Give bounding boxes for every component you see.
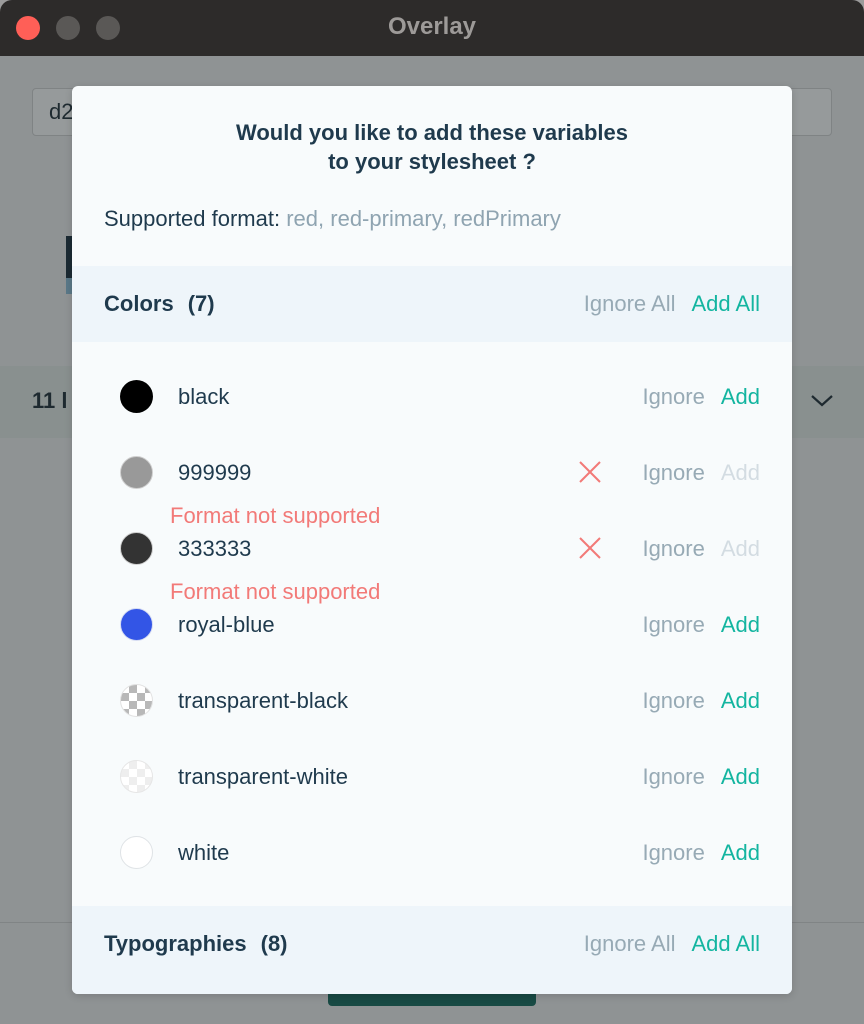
add-button-disabled: Add [720,460,760,485]
typographies-section-title: Typographies (8) [104,931,288,957]
ignore-button[interactable]: Ignore [642,764,704,789]
row-actions: Ignore Add [642,688,760,714]
color-swatch [120,608,153,641]
typographies-ignore-all-button[interactable]: Ignore All [584,931,676,956]
add-button[interactable]: Add [721,764,760,789]
typographies-section-header: Typographies (8) Ignore All Add All [72,906,792,994]
ignore-button[interactable]: Ignore [642,536,704,561]
color-row-333333: 333333 Ignore Add [72,528,792,568]
typographies-section-actions: Ignore All Add All [584,931,760,957]
background-layers-count: 11 l [32,388,68,413]
ignore-button[interactable]: Ignore [642,384,704,409]
add-button-disabled: Add [720,536,760,561]
add-button[interactable]: Add [721,688,760,713]
ignore-button[interactable]: Ignore [642,612,704,637]
add-variables-modal: Would you like to add these variables to… [72,86,792,994]
ignore-button[interactable]: Ignore [642,688,704,713]
row-actions: Ignore Add [642,840,760,866]
colors-title: Colors [104,291,174,316]
color-swatch [120,380,153,413]
colors-count: (7) [187,291,215,316]
format-error-message: Format not supported [170,579,381,604]
add-button[interactable]: Add [721,384,760,409]
row-actions: Ignore Add [642,460,760,486]
window-title: Overlay [387,13,477,40]
add-button[interactable]: Add [721,840,760,865]
chevron-down-icon [811,395,833,407]
color-row-royal-blue: royal-blue Ignore Add [72,604,792,644]
row-actions: Ignore Add [642,612,760,638]
color-name: royal-blue [178,612,275,637]
color-row-transparent-white: transparent-white Ignore Add [72,756,792,796]
color-swatch [120,836,153,869]
color-name: 999999 [178,460,252,485]
colors-section-header: Colors (7) Ignore All Add All [72,266,792,342]
color-row-999999: 999999 Ignore Add [72,452,792,492]
supported-format-text: Supported format: red, red-primary, redP… [104,206,561,232]
colors-add-all-button[interactable]: Add All [692,291,761,316]
color-row-transparent-black: transparent-black Ignore Add [72,680,792,720]
row-actions: Ignore Add [642,384,760,410]
error-x-icon [579,537,601,559]
modal-title-line-2: to your stylesheet ? [328,149,536,174]
modal-title: Would you like to add these variables to… [72,118,792,176]
color-swatch [120,456,153,489]
color-name: transparent-white [178,764,348,789]
ignore-button[interactable]: Ignore [642,460,704,485]
modal-title-line-1: Would you like to add these variables [235,120,629,145]
color-name: white [178,840,230,865]
row-actions: Ignore Add [642,764,760,790]
color-name: transparent-black [178,688,348,713]
row-actions: Ignore Add [642,536,760,562]
typographies-add-all-button[interactable]: Add All [692,931,761,956]
color-swatch [120,684,153,717]
color-row-white: white Ignore Add [72,832,792,872]
typographies-count: (8) [260,931,288,956]
color-swatch [120,532,153,565]
color-name: black [178,384,230,409]
error-x-icon [579,461,601,483]
ignore-button[interactable]: Ignore [642,840,704,865]
title-bar: Overlay [0,0,864,56]
color-row-black: black Ignore Add [72,376,792,416]
format-error-message: Format not supported [170,503,381,528]
colors-section-actions: Ignore All Add All [584,291,760,317]
color-swatch [120,760,153,793]
supported-format-label: Supported format: [104,206,281,231]
add-button[interactable]: Add [721,612,760,637]
colors-ignore-all-button[interactable]: Ignore All [584,291,676,316]
typographies-title: Typographies [104,931,247,956]
supported-format-values: red, red-primary, redPrimary [286,206,561,231]
color-name: 333333 [178,536,252,561]
colors-section-title: Colors (7) [104,291,215,317]
